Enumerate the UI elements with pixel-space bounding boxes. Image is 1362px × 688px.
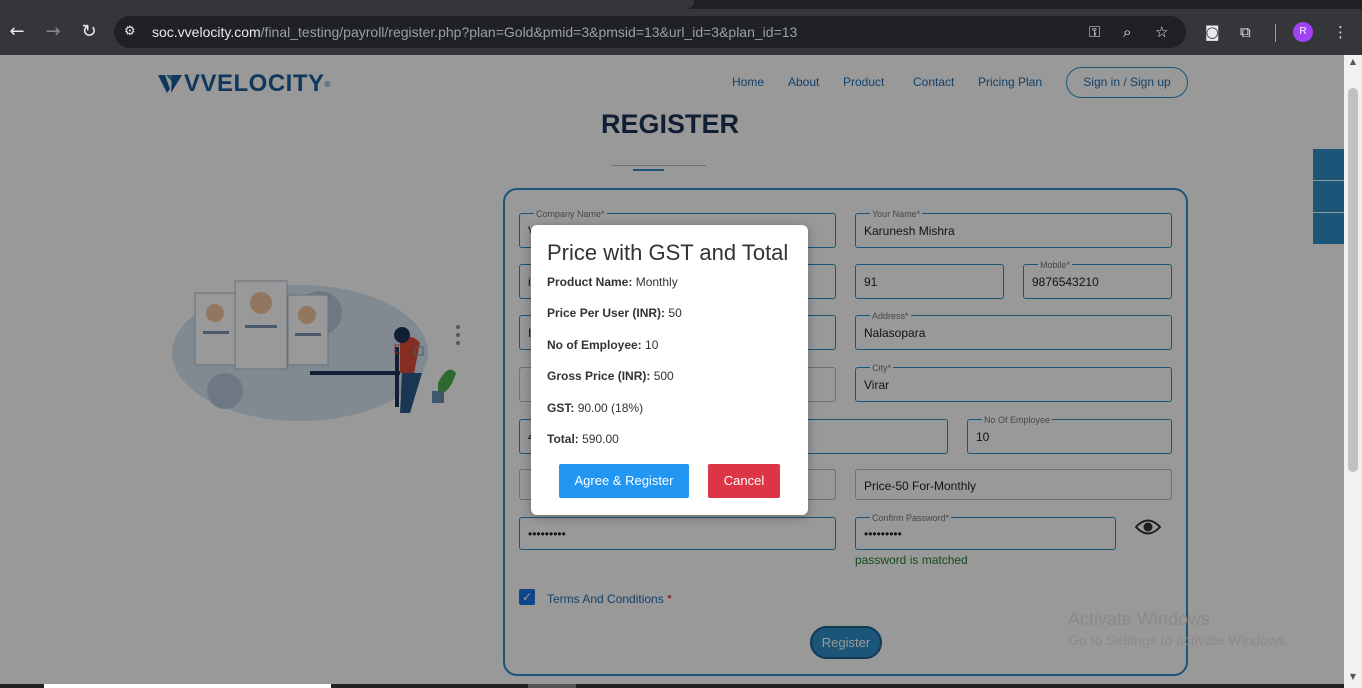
modal-row-price-per-user: Price Per User (INR): 50: [547, 306, 682, 320]
screenshot-icon[interactable]: ◙: [1205, 23, 1220, 41]
windows-activation-watermark: Activate Windows Go to Settings to activ…: [1068, 609, 1289, 648]
modal-row-label: Total:: [547, 432, 579, 446]
browser-toolbar: ← → ↻ ⚙ soc.vvelocity.com/final_testing/…: [0, 9, 1362, 55]
modal-row-product: Product Name: Monthly: [547, 275, 678, 289]
modal-row-label: Price Per User (INR):: [547, 306, 666, 320]
vertical-scrollbar[interactable]: ▲ ▼: [1344, 55, 1362, 688]
modal-row-label: No of Employee:: [547, 338, 642, 352]
zoom-icon[interactable]: ⌕: [1123, 23, 1131, 41]
browser-tabstrip: [0, 0, 1362, 9]
modal-row-total: Total: 590.00: [547, 432, 619, 446]
modal-title: Price with GST and Total: [547, 240, 789, 265]
scroll-up-icon[interactable]: ▲: [1348, 57, 1358, 66]
taskbar-item: [528, 684, 576, 688]
back-icon[interactable]: ←: [6, 21, 28, 43]
price-summary-modal: Price with GST and Total Product Name: M…: [531, 225, 808, 515]
modal-row-value: 90.00 (18%): [577, 401, 644, 415]
modal-row-gross-price: Gross Price (INR): 500: [547, 369, 674, 383]
page-viewport: VVELOCITY ® Home About Product Contact P…: [0, 55, 1344, 688]
modal-row-label: Product Name:: [547, 275, 633, 289]
modal-row-label: GST:: [547, 401, 575, 415]
address-bar[interactable]: ⚙ soc.vvelocity.com/final_testing/payrol…: [114, 16, 1186, 48]
menu-icon[interactable]: ⋮: [1333, 23, 1348, 41]
profile-avatar[interactable]: R: [1293, 22, 1313, 42]
modal-row-gst: GST: 90.00 (18%): [547, 401, 643, 415]
modal-row-value: 10: [645, 338, 659, 352]
password-key-icon[interactable]: ⚿: [1089, 23, 1100, 41]
extensions-icon[interactable]: ⧉: [1240, 23, 1251, 41]
active-tab[interactable]: [0, 0, 694, 9]
scrollbar-thumb[interactable]: [1348, 88, 1358, 472]
forward-icon[interactable]: →: [42, 21, 64, 43]
modal-row-value: 590.00: [582, 432, 619, 446]
taskbar-strip: [0, 684, 1344, 688]
cancel-button[interactable]: Cancel: [708, 464, 780, 498]
modal-row-employees: No of Employee: 10: [547, 338, 658, 352]
url-text: soc.vvelocity.com/final_testing/payroll/…: [152, 24, 798, 40]
site-info-icon[interactable]: ⚙: [124, 24, 140, 40]
modal-row-value: 500: [653, 369, 674, 383]
modal-row-value: 50: [668, 306, 682, 320]
watermark-line2: Go to Settings to activate Windows.: [1068, 632, 1289, 648]
modal-row-value: Monthly: [635, 275, 678, 289]
watermark-line1: Activate Windows: [1068, 609, 1211, 629]
scroll-down-icon[interactable]: ▼: [1348, 672, 1358, 681]
taskbar-highlight: [44, 684, 331, 688]
bookmark-star-icon[interactable]: ☆: [1155, 23, 1168, 41]
reload-icon[interactable]: ↻: [78, 21, 100, 43]
agree-register-button[interactable]: Agree & Register: [559, 464, 689, 498]
modal-row-label: Gross Price (INR):: [547, 369, 651, 383]
toolbar-divider: [1275, 24, 1276, 42]
